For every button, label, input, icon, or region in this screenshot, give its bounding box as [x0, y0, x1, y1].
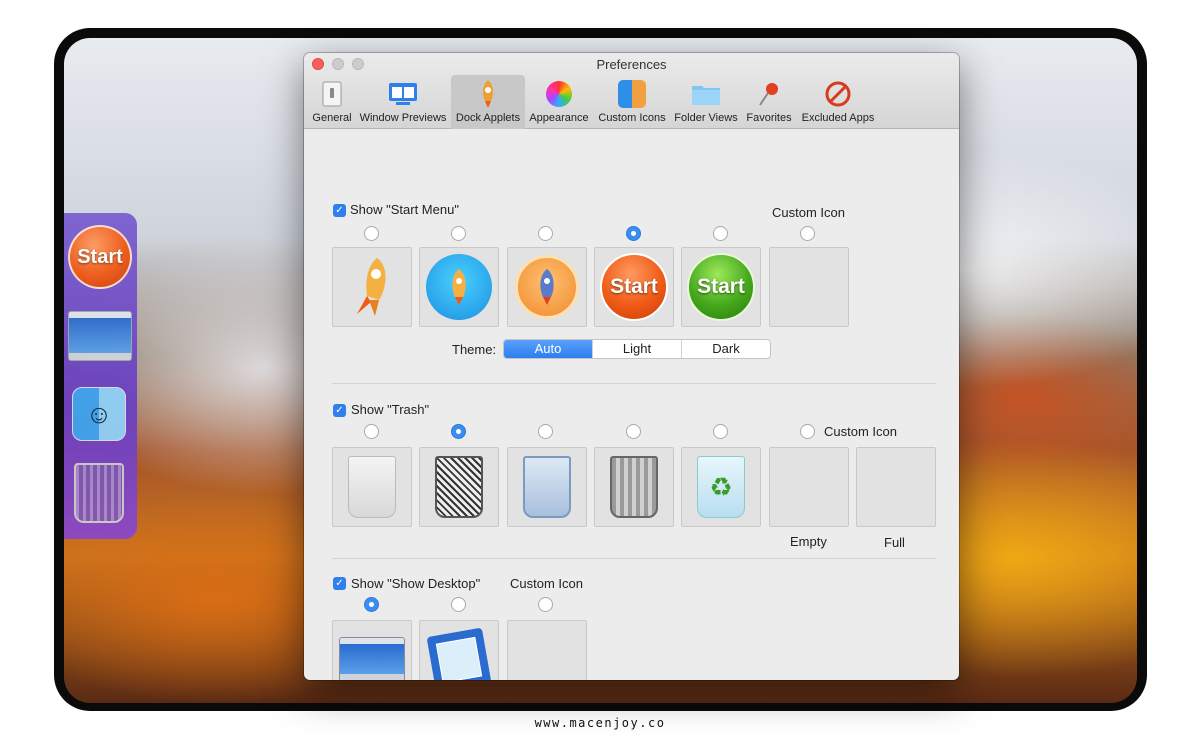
start-option-radio-2[interactable]: [451, 226, 466, 241]
trash-custom-radio[interactable]: [800, 424, 815, 439]
theme-label: Theme:: [452, 342, 497, 357]
tab-appearance-label: Appearance: [529, 112, 589, 124]
start-option-radio-3[interactable]: [538, 226, 553, 241]
trash-option-radio-2[interactable]: [451, 424, 466, 439]
start-green-orb-icon: Start: [687, 253, 755, 321]
dock-applets-pane: ✓ Show "Start Menu" Custom Icon Start St…: [304, 130, 959, 680]
tab-excluded-apps[interactable]: Excluded Apps: [798, 75, 878, 129]
trash-full-label: Full: [884, 535, 905, 550]
tab-folder-views-label: Folder Views: [674, 112, 738, 124]
dock-trash-icon[interactable]: [74, 463, 124, 523]
tab-custom-icons-label: Custom Icons: [598, 112, 666, 124]
tab-custom-icons[interactable]: Custom Icons: [594, 75, 670, 129]
start-option-radio-4[interactable]: [626, 226, 641, 241]
show-desktop-checkbox[interactable]: ✓: [333, 577, 346, 590]
start-option-2[interactable]: [419, 247, 499, 327]
desktop-edit-icon: [426, 627, 492, 680]
desktop-option-radio-1[interactable]: [364, 597, 379, 612]
dock-start-button[interactable]: Start: [68, 225, 132, 289]
tab-excluded-apps-label: Excluded Apps: [801, 112, 875, 124]
window-previews-icon: [388, 79, 418, 109]
start-option-1[interactable]: [332, 247, 412, 327]
trash-option-2[interactable]: [419, 447, 499, 527]
desktop-option-radio-2[interactable]: [451, 597, 466, 612]
trash-translucent-icon: [348, 456, 396, 518]
tab-favorites-label: Favorites: [746, 112, 792, 124]
trash-option-radio-5[interactable]: [713, 424, 728, 439]
start-green-orb-text: Start: [697, 275, 745, 298]
tab-general-label: General: [312, 112, 352, 124]
titlebar: Preferences General Window Previews Dock…: [304, 53, 959, 129]
pushpin-icon: [754, 79, 784, 109]
desktop-option-2[interactable]: [419, 620, 499, 680]
trash-option-5[interactable]: ♻: [681, 447, 761, 527]
trash-custom-icon-label: Custom Icon: [824, 424, 897, 439]
trash-option-radio-1[interactable]: [364, 424, 379, 439]
theme-light-option[interactable]: Light: [592, 340, 681, 358]
dock-start-label: Start: [77, 245, 123, 268]
trash-blue-icon: [523, 456, 571, 518]
start-option-radio-1[interactable]: [364, 226, 379, 241]
desktop-custom-icon-well[interactable]: [507, 620, 587, 680]
trash-checkbox[interactable]: ✓: [333, 404, 346, 417]
trash-metal-icon: [610, 456, 658, 518]
dock-finder-icon[interactable]: ☺: [72, 387, 126, 441]
start-option-5[interactable]: Start: [681, 247, 761, 327]
tab-dock-applets-label: Dock Applets: [455, 112, 521, 124]
dock-show-desktop-icon[interactable]: [68, 311, 132, 361]
tab-favorites[interactable]: Favorites: [742, 75, 796, 129]
theme-auto-option[interactable]: Auto: [504, 340, 592, 358]
desktop-option-1[interactable]: [332, 620, 412, 680]
window-title: Preferences: [596, 57, 667, 72]
start-menu-custom-icon-label: Custom Icon: [772, 205, 845, 220]
trash-mesh-icon: [435, 456, 483, 518]
start-custom-icon-well[interactable]: [769, 247, 849, 327]
trash-recycle-icon: ♻: [697, 456, 745, 518]
tab-general[interactable]: General: [308, 75, 356, 129]
rocket-icon: [473, 79, 503, 109]
preferences-window: Preferences General Window Previews Dock…: [304, 53, 959, 680]
trash-custom-empty-well[interactable]: [769, 447, 849, 527]
section-divider: [332, 383, 936, 384]
start-orange-orb-text: Start: [610, 275, 658, 298]
start-option-4[interactable]: Start: [594, 247, 674, 327]
desktop-custom-radio[interactable]: [538, 597, 553, 612]
color-wheel-icon: [544, 79, 574, 109]
show-desktop-checkbox-label: Show "Show Desktop": [351, 576, 481, 591]
start-orange-orb-icon: Start: [600, 253, 668, 321]
trash-option-1[interactable]: [332, 447, 412, 527]
tab-dock-applets[interactable]: Dock Applets: [451, 75, 525, 129]
footer-caption: www.macenjoy.co: [534, 716, 666, 730]
trash-option-radio-3[interactable]: [538, 424, 553, 439]
prohibited-icon: [823, 79, 853, 109]
tab-appearance[interactable]: Appearance: [526, 75, 592, 129]
trash-checkbox-label: Show "Trash": [351, 402, 430, 417]
rocket-plain-icon: [357, 258, 386, 316]
start-option-radio-5[interactable]: [713, 226, 728, 241]
theme-segmented-control: Auto Light Dark: [503, 339, 771, 359]
trash-empty-label: Empty: [790, 534, 827, 549]
desktop-screen-icon: [339, 637, 405, 680]
theme-dark-option[interactable]: Dark: [681, 340, 770, 358]
switch-icon: [317, 79, 347, 109]
start-menu-checkbox[interactable]: ✓: [333, 204, 346, 217]
trash-option-4[interactable]: [594, 447, 674, 527]
trash-option-radio-4[interactable]: [626, 424, 641, 439]
dock: Start ☺: [64, 213, 137, 539]
show-desktop-custom-icon-label: Custom Icon: [510, 576, 583, 591]
folder-icon: [691, 79, 721, 109]
trash-custom-full-well[interactable]: [856, 447, 936, 527]
start-option-3[interactable]: [507, 247, 587, 327]
start-custom-radio[interactable]: [800, 226, 815, 241]
finder-icon: [617, 79, 647, 109]
rocket-blue-circle-icon: [426, 254, 492, 320]
tab-folder-views[interactable]: Folder Views: [671, 75, 741, 129]
rocket-orange-circle-icon: [515, 255, 579, 319]
start-menu-checkbox-label: Show "Start Menu": [350, 202, 459, 217]
trash-option-3[interactable]: [507, 447, 587, 527]
tab-window-previews-label: Window Previews: [359, 112, 447, 124]
tab-window-previews[interactable]: Window Previews: [357, 75, 449, 129]
section-divider: [332, 558, 936, 559]
